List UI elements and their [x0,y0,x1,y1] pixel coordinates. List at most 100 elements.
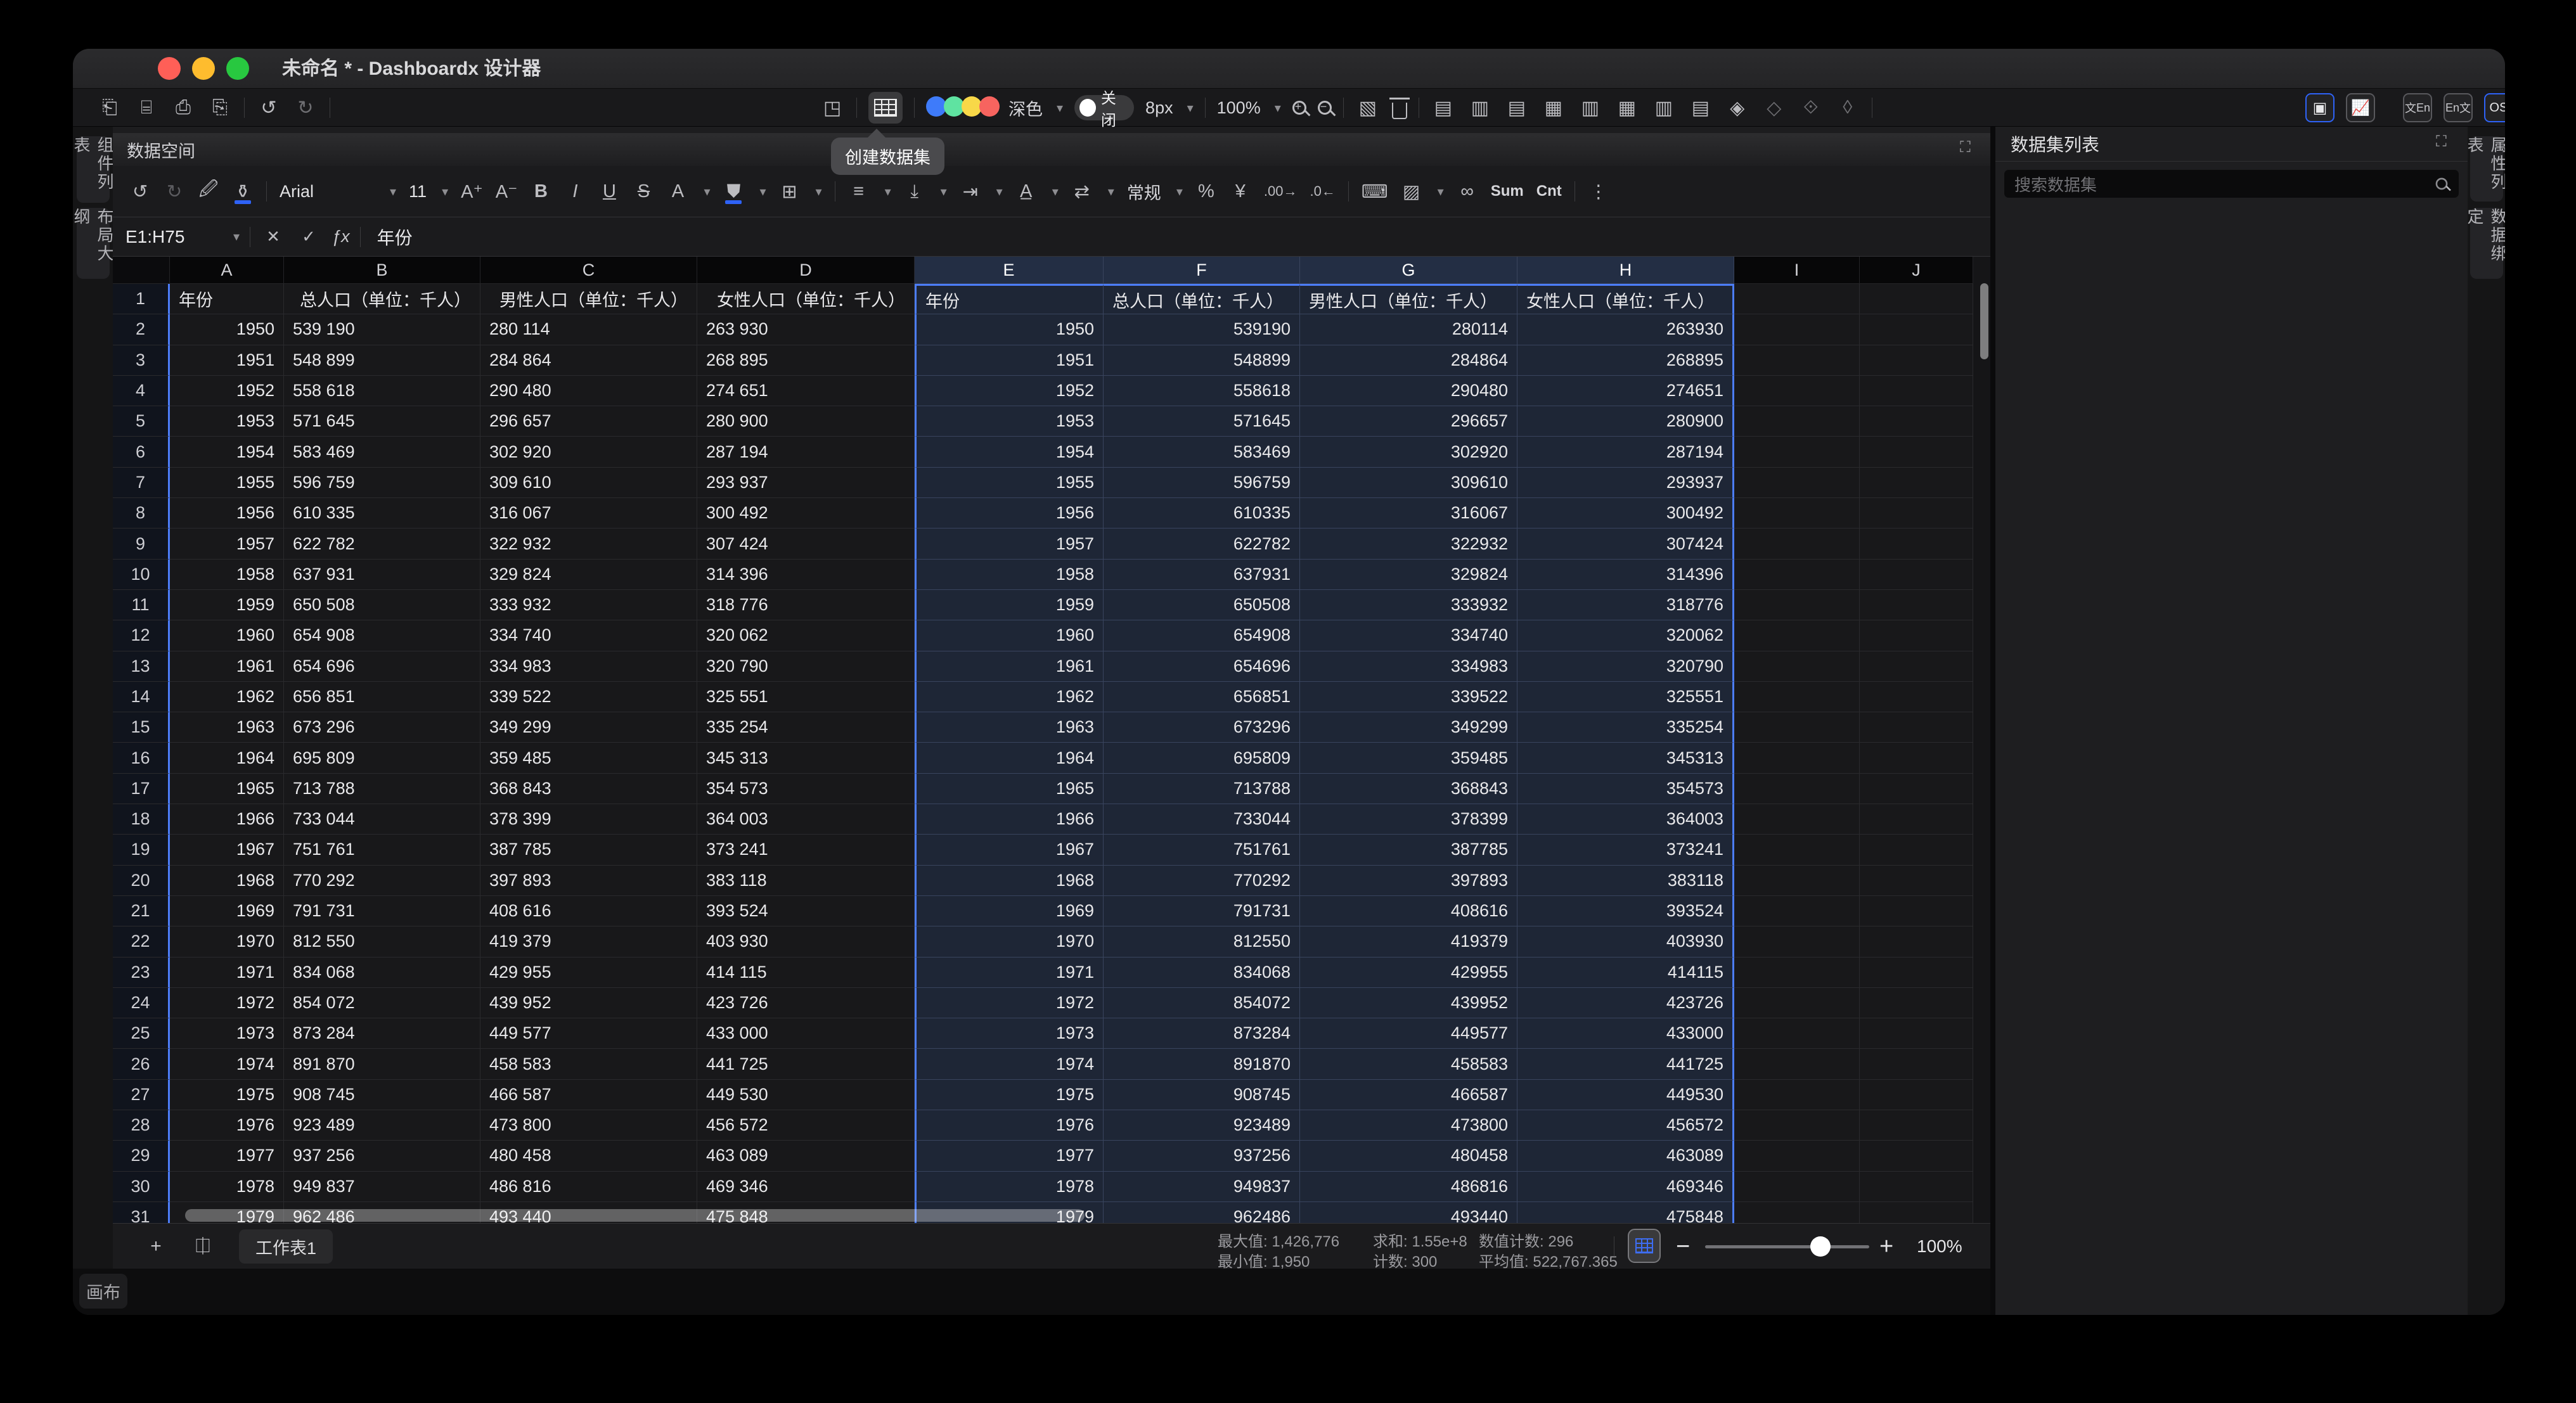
column-header-F[interactable]: F [1104,257,1300,284]
row-header-11[interactable]: 11 [113,590,170,620]
cell-F30[interactable]: 949837 [1104,1172,1300,1202]
align-left-icon[interactable]: ▤ [1431,94,1456,122]
align-bottom-icon[interactable]: ▦ [1614,94,1640,122]
cell-J15[interactable] [1860,712,1973,743]
cell-I25[interactable] [1734,1018,1860,1049]
save-as-icon[interactable]: ⎘ [207,94,233,122]
row-header-23[interactable]: 23 [113,958,170,988]
open-file-icon[interactable]: ⌸ [134,94,159,122]
cell-G18[interactable]: 378399 [1300,804,1517,835]
cell-G28[interactable]: 473800 [1300,1110,1517,1141]
row-header-22[interactable]: 22 [113,926,170,957]
cell-G30[interactable]: 486816 [1300,1172,1517,1202]
cell-F13[interactable]: 654696 [1104,651,1300,682]
cell-J13[interactable] [1860,651,1973,682]
tab-component-list[interactable]: 组件列表 [77,136,110,203]
cell-F26[interactable]: 891870 [1104,1049,1300,1079]
zoom-window-button[interactable] [226,57,249,80]
cell-F5[interactable]: 571645 [1104,406,1300,437]
row-header-5[interactable]: 5 [113,406,170,437]
cell-F24[interactable]: 854072 [1104,988,1300,1018]
expand-icon[interactable] [1960,141,1976,158]
cell-A29[interactable]: 1977 [170,1141,284,1171]
cell-A15[interactable]: 1963 [170,712,284,743]
cell-B10[interactable]: 637 931 [284,560,480,590]
cell-C29[interactable]: 480 458 [480,1141,697,1171]
cell-G27[interactable]: 466587 [1300,1080,1517,1110]
cell-I26[interactable] [1734,1049,1860,1079]
cell-C13[interactable]: 334 983 [480,651,697,682]
cell-F25[interactable]: 873284 [1104,1018,1300,1049]
cell-H5[interactable]: 280900 [1517,406,1734,437]
cell-F17[interactable]: 713788 [1104,774,1300,804]
cell-E24[interactable]: 1972 [915,988,1104,1018]
row-header-19[interactable]: 19 [113,835,170,865]
cell-J28[interactable] [1860,1110,1973,1141]
cell-B14[interactable]: 656 851 [284,682,480,712]
cell-E16[interactable]: 1964 [915,743,1104,773]
cell-B16[interactable]: 695 809 [284,743,480,773]
cell-H30[interactable]: 469346 [1517,1172,1734,1202]
cell-A23[interactable]: 1971 [170,958,284,988]
cell-I11[interactable] [1734,590,1860,620]
cell-G29[interactable]: 480458 [1300,1141,1517,1171]
bold-button[interactable]: B [530,177,551,205]
cell-I6[interactable] [1734,437,1860,467]
cell-G23[interactable]: 429955 [1300,958,1517,988]
cell-I31[interactable] [1734,1202,1860,1223]
cell-E14[interactable]: 1962 [915,682,1104,712]
cell-A20[interactable]: 1968 [170,866,284,896]
cell-H25[interactable]: 433000 [1517,1018,1734,1049]
cell-J2[interactable] [1860,314,1973,345]
cell-C19[interactable]: 387 785 [480,835,697,865]
presentation-icon[interactable]: ◳ [820,94,845,122]
cell-J5[interactable] [1860,406,1973,437]
cell-B1[interactable]: 总人口（单位：千人） [284,284,480,314]
cell-I5[interactable] [1734,406,1860,437]
cell-H15[interactable]: 335254 [1517,712,1734,743]
canvas-zoom-select[interactable]: 100% [1217,98,1261,118]
cell-G24[interactable]: 439952 [1300,988,1517,1018]
zoom-out-icon[interactable]: − [1318,101,1332,115]
cell-C26[interactable]: 458 583 [480,1049,697,1079]
cell-B9[interactable]: 622 782 [284,529,480,559]
row-header-21[interactable]: 21 [113,896,170,926]
cell-A12[interactable]: 1960 [170,620,284,651]
text-wrap-button[interactable]: ⇥ [960,177,981,205]
cell-A22[interactable]: 1970 [170,926,284,957]
undo-icon[interactable]: ↺ [256,94,281,122]
cell-A1[interactable]: 年份 [170,284,284,314]
cell-C12[interactable]: 334 740 [480,620,697,651]
cell-I3[interactable] [1734,345,1860,376]
bring-front-icon[interactable]: ◈ [1725,94,1750,122]
cell-B18[interactable]: 733 044 [284,804,480,835]
format-painter-icon[interactable]: 🖉 [198,177,219,205]
cell-C2[interactable]: 280 114 [480,314,697,345]
cell-H26[interactable]: 441725 [1517,1049,1734,1079]
cell-C16[interactable]: 359 485 [480,743,697,773]
cell-A16[interactable]: 1964 [170,743,284,773]
cell-H11[interactable]: 318776 [1517,590,1734,620]
cell-G15[interactable]: 349299 [1300,712,1517,743]
cell-G14[interactable]: 339522 [1300,682,1517,712]
cell-H14[interactable]: 325551 [1517,682,1734,712]
cell-D21[interactable]: 393 524 [697,896,915,926]
zoom-in-icon[interactable]: + [1292,101,1306,115]
cell-E4[interactable]: 1952 [915,376,1104,406]
cell-J6[interactable] [1860,437,1973,467]
cell-H13[interactable]: 320790 [1517,651,1734,682]
designer-canvas[interactable]: 画布 [73,1269,1990,1315]
distribute-v-icon[interactable]: ▤ [1688,94,1713,122]
cell-E17[interactable]: 1965 [915,774,1104,804]
cell-E8[interactable]: 1956 [915,498,1104,529]
cell-D22[interactable]: 403 930 [697,926,915,957]
cell-J24[interactable] [1860,988,1973,1018]
cell-H18[interactable]: 364003 [1517,804,1734,835]
column-header-A[interactable]: A [170,257,284,284]
cell-A19[interactable]: 1967 [170,835,284,865]
cell-A14[interactable]: 1962 [170,682,284,712]
paint-bucket-icon[interactable]: ⚱ [232,177,254,205]
cell-D29[interactable]: 463 089 [697,1141,915,1171]
cell-D11[interactable]: 318 776 [697,590,915,620]
cell-A17[interactable]: 1965 [170,774,284,804]
